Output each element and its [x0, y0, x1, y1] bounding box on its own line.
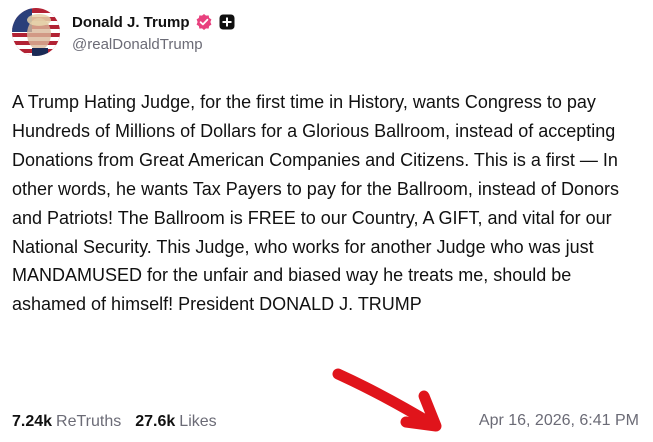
- likes-label[interactable]: Likes: [179, 413, 216, 431]
- retruths-label[interactable]: ReTruths: [56, 413, 121, 431]
- likes-count[interactable]: 27.6k: [135, 413, 175, 431]
- post-stats: 7.24k ReTruths 27.6k Likes: [12, 411, 217, 433]
- author-name-row: Donald J. Trump: [72, 11, 236, 33]
- post-card: Donald J. Trump @realDonaldTrump A Trump…: [0, 0, 653, 442]
- profile-photo-icon: [12, 8, 60, 56]
- author-display-name[interactable]: Donald J. Trump: [72, 14, 190, 31]
- post-body-text: A Trump Hating Judge, for the first time…: [12, 92, 619, 315]
- retruths-count[interactable]: 7.24k: [12, 413, 52, 431]
- avatar[interactable]: [12, 8, 60, 56]
- author-handle[interactable]: @realDonaldTrump: [72, 36, 203, 53]
- verified-badge-icon: [195, 13, 213, 31]
- plus-badge-icon: [218, 13, 236, 31]
- post-timestamp[interactable]: Apr 16, 2026, 6:41 PM: [479, 412, 639, 430]
- red-arrow-icon: [332, 368, 442, 432]
